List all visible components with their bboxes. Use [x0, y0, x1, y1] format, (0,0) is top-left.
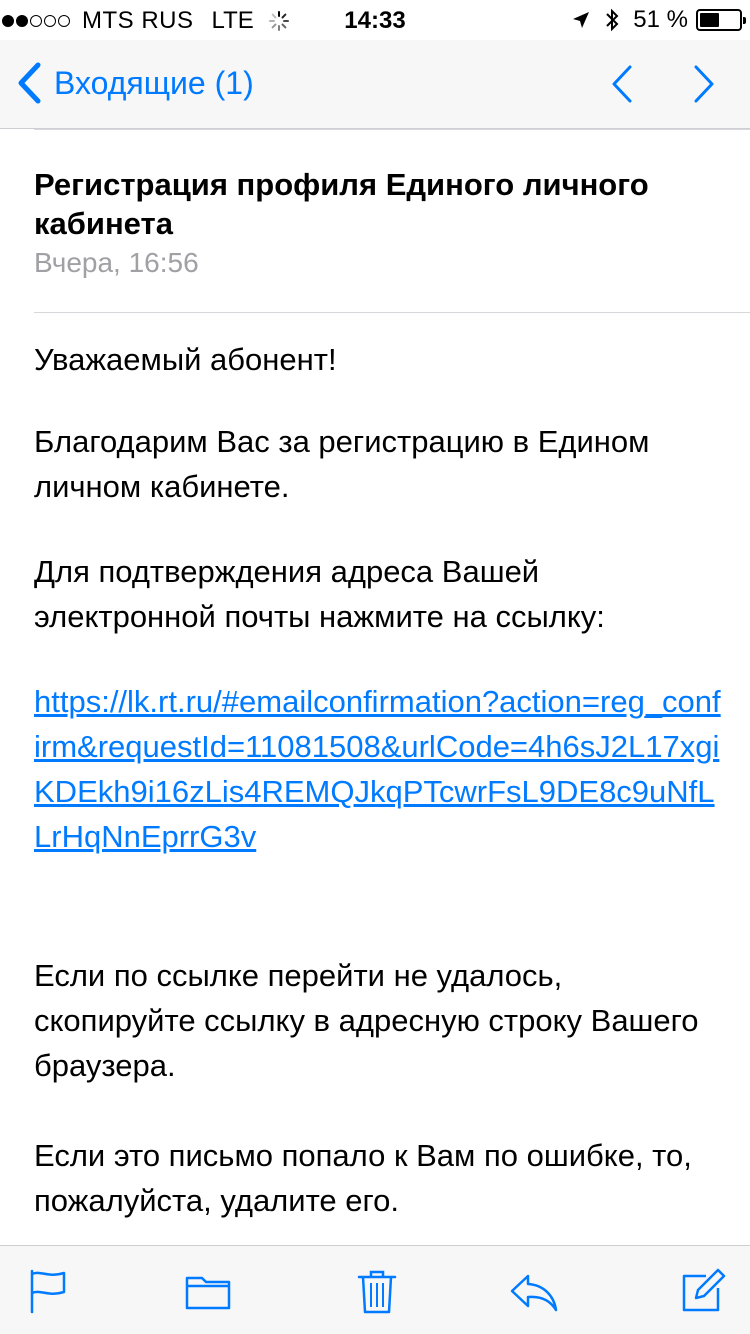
bluetooth-icon: [606, 8, 619, 32]
mistake-paragraph: Если это письмо попало к Вам по ошибке, …: [34, 1138, 692, 1218]
email-date: Вчера, 16:56: [34, 247, 199, 278]
folder-icon[interactable]: [184, 1268, 232, 1314]
previous-message-chevron-icon[interactable]: [604, 64, 644, 104]
divider: [34, 129, 750, 130]
flag-icon[interactable]: [26, 1268, 72, 1314]
status-bar: MTS RUS LTE 14:33 51 %: [0, 0, 750, 40]
location-arrow-icon: [573, 12, 590, 28]
battery-percentage: 51 %: [633, 6, 688, 33]
next-message-chevron-icon[interactable]: [682, 64, 722, 104]
trash-icon[interactable]: [354, 1268, 400, 1314]
compose-icon[interactable]: [680, 1268, 726, 1314]
chevron-left-icon: [18, 62, 41, 104]
greeting-text: Уважаемый абонент!: [34, 342, 337, 377]
battery-level: [700, 13, 720, 27]
fallback-paragraph: Если по ссылке перейти не удалось, скопи…: [34, 958, 699, 1083]
message-navigation: [566, 64, 722, 104]
status-right: 51 %: [571, 6, 746, 33]
divider: [34, 312, 750, 313]
confirmation-link[interactable]: https://lk.rt.ru/#emailconfirmation?acti…: [34, 679, 724, 859]
thanks-paragraph: Благодарим Вас за регистрацию в Едином л…: [34, 424, 650, 504]
navigation-bar: Входящие (1): [0, 40, 750, 129]
confirm-paragraph: Для подтверждения адреса Вашей электронн…: [34, 554, 605, 634]
reply-icon[interactable]: [508, 1268, 560, 1314]
email-subject: Регистрация профиля Единого личного каби…: [34, 167, 649, 241]
back-button-label: Входящие (1): [54, 64, 254, 101]
bottom-toolbar: [0, 1245, 750, 1334]
battery-icon: [696, 9, 746, 31]
back-to-inbox-button[interactable]: Входящие (1): [16, 62, 254, 104]
